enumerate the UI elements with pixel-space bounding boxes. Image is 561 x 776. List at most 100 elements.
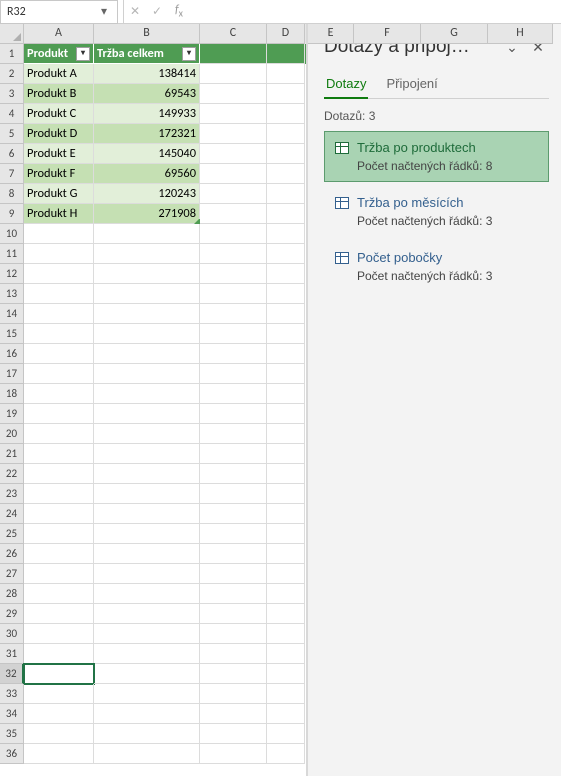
cell[interactable] (200, 184, 267, 204)
cell[interactable] (267, 424, 305, 444)
row-header[interactable]: 1 (0, 44, 24, 64)
query-item[interactable]: Tržba po měsících Počet načtených řádků:… (324, 186, 549, 237)
cell[interactable] (267, 124, 305, 144)
cell-produkt[interactable]: Produkt H (24, 204, 94, 224)
cell[interactable] (200, 304, 267, 324)
col-header-b[interactable]: B (94, 24, 200, 44)
cell[interactable] (24, 224, 94, 244)
fx-icon[interactable]: fx (168, 3, 190, 19)
cell[interactable] (24, 324, 94, 344)
cell[interactable] (24, 264, 94, 284)
row-header[interactable]: 3 (0, 84, 24, 104)
cell[interactable] (24, 524, 94, 544)
cell[interactable] (200, 124, 267, 144)
cell[interactable] (267, 64, 305, 84)
cell[interactable] (267, 44, 305, 64)
cell[interactable] (267, 684, 305, 704)
cell[interactable] (94, 624, 200, 644)
cell[interactable] (200, 264, 267, 284)
cell[interactable] (267, 544, 305, 564)
cell[interactable] (267, 704, 305, 724)
cell[interactable] (24, 444, 94, 464)
cell[interactable] (24, 604, 94, 624)
col-header-h[interactable]: H (488, 24, 553, 44)
cell[interactable] (94, 744, 200, 764)
cell[interactable] (200, 664, 267, 684)
cell[interactable] (200, 464, 267, 484)
cell[interactable] (267, 464, 305, 484)
cell-produkt[interactable]: Produkt E (24, 144, 94, 164)
cell[interactable] (94, 404, 200, 424)
cell[interactable] (267, 184, 305, 204)
row-header[interactable]: 7 (0, 164, 24, 184)
cell[interactable] (94, 384, 200, 404)
cell[interactable] (200, 484, 267, 504)
row-header[interactable]: 34 (0, 704, 24, 724)
cell[interactable] (24, 244, 94, 264)
cell[interactable] (200, 344, 267, 364)
cell[interactable] (94, 564, 200, 584)
cell[interactable] (200, 584, 267, 604)
cell[interactable] (94, 224, 200, 244)
row-header[interactable]: 11 (0, 244, 24, 264)
row-header[interactable]: 10 (0, 224, 24, 244)
cell[interactable] (267, 264, 305, 284)
cell[interactable] (267, 384, 305, 404)
col-header-a[interactable]: A (24, 24, 94, 44)
cell[interactable] (267, 144, 305, 164)
cell[interactable] (94, 444, 200, 464)
cell[interactable] (24, 384, 94, 404)
row-header[interactable]: 2 (0, 64, 24, 84)
row-header[interactable]: 27 (0, 564, 24, 584)
cell[interactable] (200, 504, 267, 524)
cell[interactable] (267, 224, 305, 244)
cell[interactable] (200, 684, 267, 704)
formula-input[interactable] (190, 1, 561, 23)
cell-trzba[interactable]: 172321 (94, 124, 200, 144)
cell[interactable] (267, 524, 305, 544)
row-header[interactable]: 21 (0, 444, 24, 464)
row-header[interactable]: 25 (0, 524, 24, 544)
cell[interactable] (200, 244, 267, 264)
cell[interactable] (200, 744, 267, 764)
cell[interactable] (200, 644, 267, 664)
cell[interactable] (200, 284, 267, 304)
cell[interactable] (94, 604, 200, 624)
row-header[interactable]: 13 (0, 284, 24, 304)
cell[interactable] (24, 664, 94, 684)
table-header-trzba[interactable]: Tržba celkem▾ (94, 44, 200, 64)
cell[interactable] (200, 724, 267, 744)
row-header[interactable]: 35 (0, 724, 24, 744)
cell[interactable] (24, 644, 94, 664)
cell[interactable] (267, 104, 305, 124)
cell[interactable] (200, 164, 267, 184)
table-header-produkt[interactable]: Produkt▾ (24, 44, 94, 64)
cell[interactable] (24, 724, 94, 744)
filter-icon[interactable]: ▾ (76, 47, 90, 61)
cell-produkt[interactable]: Produkt C (24, 104, 94, 124)
cell[interactable] (267, 304, 305, 324)
cell[interactable] (267, 724, 305, 744)
cell[interactable] (200, 624, 267, 644)
cell[interactable] (24, 744, 94, 764)
cell-trzba[interactable]: 138414 (94, 64, 200, 84)
cell[interactable] (267, 564, 305, 584)
col-header-d[interactable]: D (267, 24, 305, 44)
cell[interactable] (24, 304, 94, 324)
name-box[interactable]: R32 ▾ (0, 0, 118, 24)
cell[interactable] (267, 324, 305, 344)
cell[interactable] (24, 704, 94, 724)
cell[interactable] (200, 444, 267, 464)
cell[interactable] (94, 684, 200, 704)
cell[interactable] (94, 284, 200, 304)
cell[interactable] (267, 504, 305, 524)
cell[interactable] (200, 424, 267, 444)
cell-trzba[interactable]: 69560 (94, 164, 200, 184)
cell[interactable] (24, 364, 94, 384)
col-header-f[interactable]: F (354, 24, 421, 44)
cell[interactable] (267, 604, 305, 624)
cell[interactable] (267, 364, 305, 384)
row-header[interactable]: 9 (0, 204, 24, 224)
cell[interactable] (24, 624, 94, 644)
cell-trzba[interactable]: 149933 (94, 104, 200, 124)
